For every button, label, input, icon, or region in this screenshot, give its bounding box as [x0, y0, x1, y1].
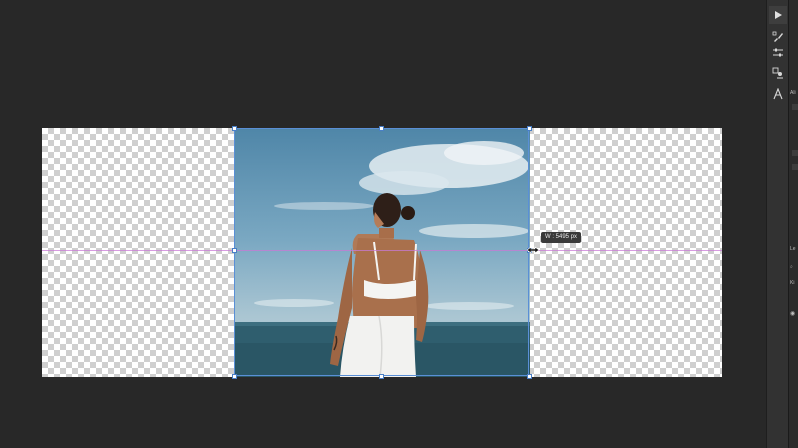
panel-option-box[interactable]	[792, 104, 798, 110]
properties-panel-label[interactable]: Ali	[790, 90, 796, 96]
photo-layer[interactable]	[234, 128, 530, 377]
adjustments-icon[interactable]	[769, 44, 787, 62]
right-tool-strip	[766, 0, 789, 448]
kind-filter-label[interactable]: Ki	[790, 280, 794, 286]
transform-handle-left[interactable]	[232, 248, 237, 253]
transform-handle-top[interactable]	[379, 126, 384, 131]
transform-handle-bottom-right[interactable]	[527, 374, 532, 379]
panel-option-box[interactable]	[792, 150, 798, 156]
transform-handle-top-left[interactable]	[232, 126, 237, 131]
visibility-eye-icon[interactable]: ◉	[790, 310, 795, 317]
photo-image	[234, 141, 530, 377]
transform-handle-bottom-left[interactable]	[232, 374, 237, 379]
panel-option-box[interactable]	[792, 164, 798, 170]
transform-width-tooltip: W : 5495 px	[541, 232, 582, 243]
document-workspace[interactable]: W : 5495 px	[0, 0, 766, 448]
horizontal-resize-cursor-icon	[527, 246, 539, 254]
transform-handle-bottom[interactable]	[379, 374, 384, 379]
clone-source-icon[interactable]	[769, 64, 787, 82]
layers-panel-label[interactable]: Le	[790, 246, 796, 252]
play-icon[interactable]	[769, 6, 787, 24]
search-icon[interactable]: ⌕	[790, 264, 793, 270]
character-icon[interactable]	[769, 85, 787, 103]
collapsed-panels-strip: Ali Le ⌕ Ki ◉	[788, 0, 798, 448]
transform-handle-top-right[interactable]	[527, 126, 532, 131]
smart-guide-line	[42, 250, 722, 251]
